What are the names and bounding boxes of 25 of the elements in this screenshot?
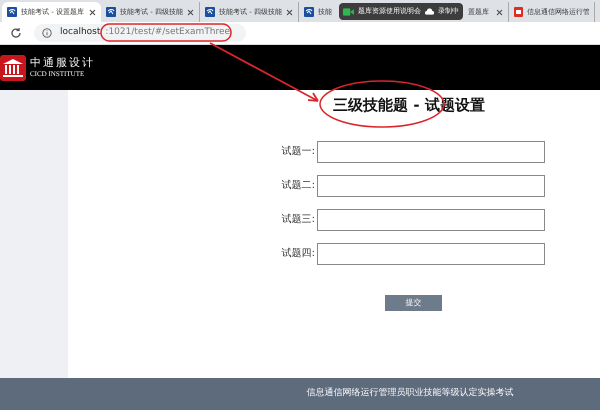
close-icon[interactable]: [89, 8, 96, 16]
camera-icon: [343, 8, 354, 16]
info-icon[interactable]: [42, 28, 52, 38]
input-field[interactable]: [317, 174, 545, 196]
input-field[interactable]: [317, 208, 545, 230]
cloud-icon: [424, 8, 434, 15]
pdf-icon: [514, 7, 523, 17]
site-icon: [304, 7, 314, 17]
logo-text: 中通服设计: [30, 57, 95, 68]
reload-icon[interactable]: [10, 27, 22, 39]
footer-text: 信息通信网络运行管理员职业技能等级认定实操考试: [0, 378, 600, 410]
temple-logo-icon: [0, 54, 26, 80]
field-label: 试题二:: [280, 178, 315, 193]
field-label: 试题四:: [280, 246, 315, 261]
site-icon: [205, 7, 215, 17]
close-icon[interactable]: [187, 8, 194, 16]
input-field[interactable]: [317, 140, 545, 162]
field-label: 试题三:: [280, 212, 315, 227]
field-label: 试题一:: [280, 144, 315, 159]
submit-button[interactable]: 提交: [385, 294, 442, 310]
close-icon[interactable]: [286, 8, 293, 16]
close-icon[interactable]: [496, 8, 503, 16]
input-field[interactable]: [317, 242, 545, 264]
site-icon: [7, 7, 17, 17]
site-icon: [106, 7, 116, 17]
